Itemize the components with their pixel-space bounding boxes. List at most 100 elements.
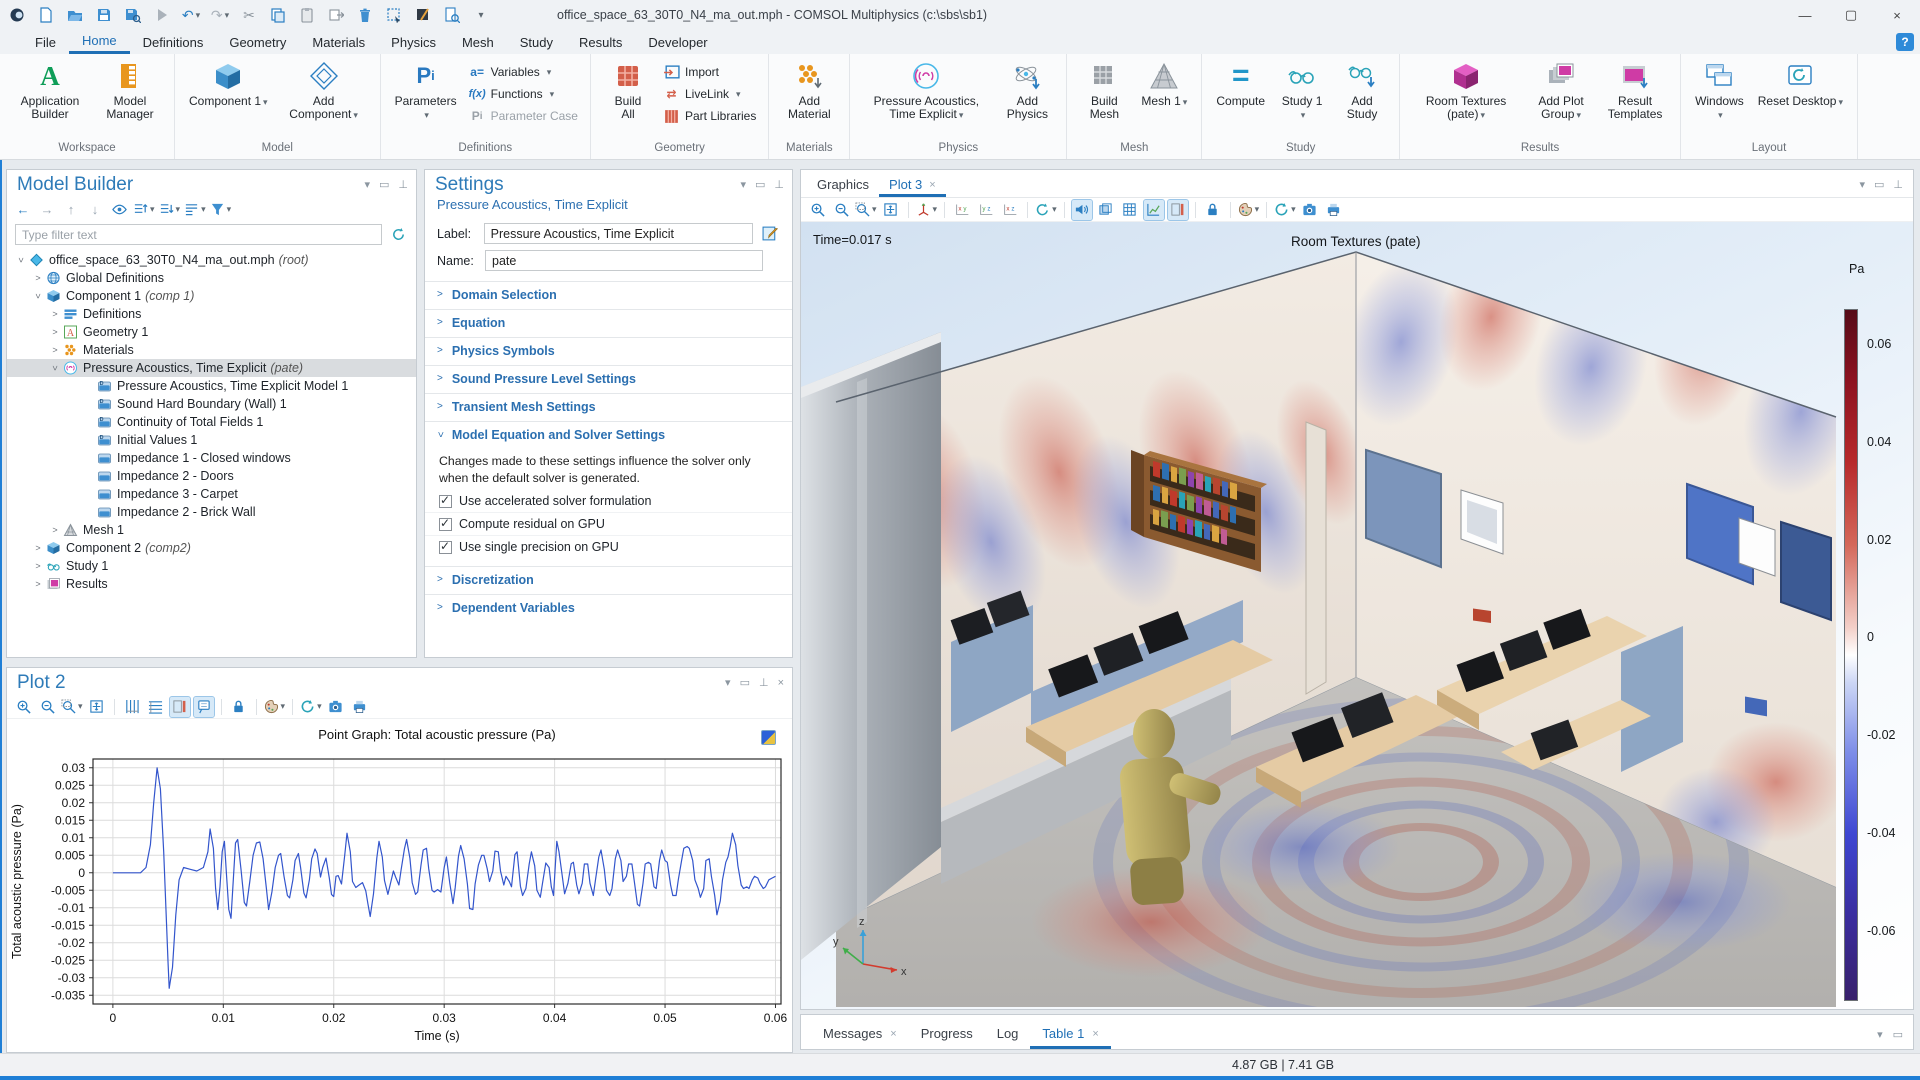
float-icon[interactable]: ▭: [740, 676, 750, 689]
image-settings-button[interactable]: ▾: [1238, 200, 1259, 220]
section-physics-symbols[interactable]: > Physics Symbols: [425, 337, 792, 363]
pressure-acoustics-button[interactable]: Pressure Acoustics, Time Explicit ▾: [858, 58, 994, 125]
zoom-in-button[interactable]: [13, 697, 33, 717]
expander-icon[interactable]: >: [16, 254, 26, 266]
select-box-button[interactable]: [383, 4, 405, 26]
expander-icon[interactable]: >: [50, 362, 60, 374]
zoom-extents-button[interactable]: [881, 200, 901, 220]
tree-item-root[interactable]: > office_space_63_30T0_N4_ma_out.mph (root…: [7, 251, 416, 269]
x-grid-button[interactable]: [122, 697, 142, 717]
add-material-button[interactable]: Add Material: [777, 58, 841, 125]
save-button[interactable]: [93, 4, 115, 26]
view-xz-button[interactable]: xz: [1000, 200, 1020, 220]
clear-selection-button[interactable]: [412, 4, 434, 26]
snapshot-button[interactable]: [326, 697, 346, 717]
section-model-equation[interactable]: > Model Equation and Solver Settings: [425, 421, 792, 447]
print-button[interactable]: [350, 697, 370, 717]
checkbox-residual-gpu[interactable]: Compute residual on GPU: [425, 513, 792, 537]
tree-item-sound-hard-boundary[interactable]: D Sound Hard Boundary (Wall) 1: [7, 395, 416, 413]
expander-icon[interactable]: >: [32, 579, 44, 589]
wireframe-button[interactable]: [1120, 200, 1140, 220]
rotate-view-button[interactable]: ▾: [1035, 200, 1057, 220]
compute-button[interactable]: = Compute: [1210, 58, 1271, 111]
tab-messages[interactable]: Messages ×: [811, 1020, 909, 1049]
tree-item-impedance-3-carpet[interactable]: Impedance 3 - Carpet: [7, 485, 416, 503]
expander-icon[interactable]: >: [49, 309, 61, 319]
build-all-button[interactable]: Build All: [599, 58, 657, 125]
menu-file[interactable]: File: [22, 30, 69, 54]
panel-menu-icon[interactable]: ▾: [1877, 1028, 1883, 1041]
zoom-out-button[interactable]: [831, 200, 851, 220]
menu-geometry[interactable]: Geometry: [216, 30, 299, 54]
undo-button[interactable]: ↶ ▾: [180, 4, 202, 26]
tree-item-geometry-1[interactable]: > A Geometry 1: [7, 323, 416, 341]
close-tab-icon[interactable]: ×: [929, 179, 935, 191]
tree-filter-input[interactable]: [15, 224, 382, 245]
tab-progress[interactable]: Progress: [909, 1020, 985, 1049]
tree-item-study-1[interactable]: > Study 1: [7, 557, 416, 575]
label-field-input[interactable]: [483, 223, 753, 244]
menu-results[interactable]: Results: [566, 30, 635, 54]
expander-icon[interactable]: >: [32, 273, 44, 283]
expander-icon[interactable]: >: [33, 290, 43, 302]
pin-icon[interactable]: ⊥: [759, 676, 769, 689]
copy-button[interactable]: [267, 4, 289, 26]
section-spl-settings[interactable]: > Sound Pressure Level Settings: [425, 365, 792, 391]
reset-desktop-button[interactable]: Reset Desktop ▾: [1752, 58, 1849, 111]
checkbox-icon[interactable]: [439, 493, 452, 508]
close-button[interactable]: ×: [1874, 0, 1920, 30]
save-search-button[interactable]: [122, 4, 144, 26]
windows-button[interactable]: Windows ▾: [1689, 58, 1750, 125]
menu-mesh[interactable]: Mesh: [449, 30, 507, 54]
transparency-button[interactable]: [1096, 200, 1116, 220]
open-button[interactable]: [64, 4, 86, 26]
sound-button[interactable]: [1070, 198, 1093, 221]
menu-materials[interactable]: Materials: [299, 30, 378, 54]
checkbox-accelerated-solver[interactable]: Use accelerated solver formulation: [425, 490, 792, 514]
tree-item-materials[interactable]: > Materials: [7, 341, 416, 359]
section-discretization[interactable]: > Discretization: [425, 566, 792, 592]
new-file-button[interactable]: [35, 4, 57, 26]
color-legend-button[interactable]: [168, 695, 191, 718]
tree-item-continuity[interactable]: D Continuity of Total Fields 1: [7, 413, 416, 431]
go-to-default-view-button[interactable]: ▾: [916, 200, 937, 220]
pin-icon[interactable]: ⊥: [774, 178, 784, 191]
section-equation[interactable]: > Equation: [425, 309, 792, 335]
panel-menu-icon[interactable]: ▾: [1859, 178, 1865, 191]
tree-item-results[interactable]: > Results: [7, 575, 416, 593]
room-textures-button[interactable]: Room Textures (pate) ▾: [1408, 58, 1524, 125]
refresh-icon[interactable]: [388, 225, 408, 245]
panel-menu-icon[interactable]: ▾: [364, 178, 370, 191]
pin-icon[interactable]: ⊥: [398, 178, 408, 191]
pin-icon[interactable]: ⊥: [1893, 178, 1903, 191]
parameters-button[interactable]: Pi Parameters ▾: [389, 58, 463, 125]
color-legend-button[interactable]: [1166, 198, 1189, 221]
component-1-button[interactable]: Component 1 ▾: [183, 58, 274, 111]
close-tab-icon[interactable]: ×: [890, 1028, 896, 1040]
customize-toolbar-button[interactable]: ▾: [470, 4, 492, 26]
graphics-canvas[interactable]: Time=0.017 s Room Textures (pate) z y x …: [801, 222, 1913, 1009]
duplicate-button[interactable]: [325, 4, 347, 26]
tab-log[interactable]: Log: [985, 1020, 1031, 1049]
tree-item-component-2[interactable]: > Component 2 (comp2): [7, 539, 416, 557]
update-plot-button[interactable]: ▾: [1274, 200, 1296, 220]
study-1-button[interactable]: Study 1 ▾: [1273, 58, 1331, 125]
run-button[interactable]: [151, 4, 173, 26]
expander-icon[interactable]: >: [32, 561, 44, 571]
rename-icon[interactable]: [761, 224, 780, 244]
maximize-button[interactable]: ▢: [1828, 0, 1874, 30]
tree-item-pressure-acoustics[interactable]: > Pressure Acoustics, Time Explicit (pate): [7, 359, 416, 377]
expander-icon[interactable]: >: [49, 327, 61, 337]
import-button[interactable]: Import: [659, 62, 760, 82]
float-icon[interactable]: ▭: [1893, 1028, 1903, 1041]
minimize-button[interactable]: —: [1782, 0, 1828, 30]
zoom-extents-button[interactable]: [87, 697, 107, 717]
expander-icon[interactable]: >: [49, 345, 61, 355]
scene-grid-button[interactable]: [1142, 198, 1165, 221]
zoom-box-button[interactable]: ▾: [61, 697, 83, 717]
tree-item-impedance-1[interactable]: Impedance 1 - Closed windows: [7, 449, 416, 467]
close-tab-icon[interactable]: ×: [1092, 1028, 1098, 1040]
tree-item-initial-values[interactable]: D Initial Values 1: [7, 431, 416, 449]
add-physics-button[interactable]: Add Physics: [996, 58, 1058, 125]
checkbox-single-precision[interactable]: Use single precision on GPU: [425, 536, 792, 558]
